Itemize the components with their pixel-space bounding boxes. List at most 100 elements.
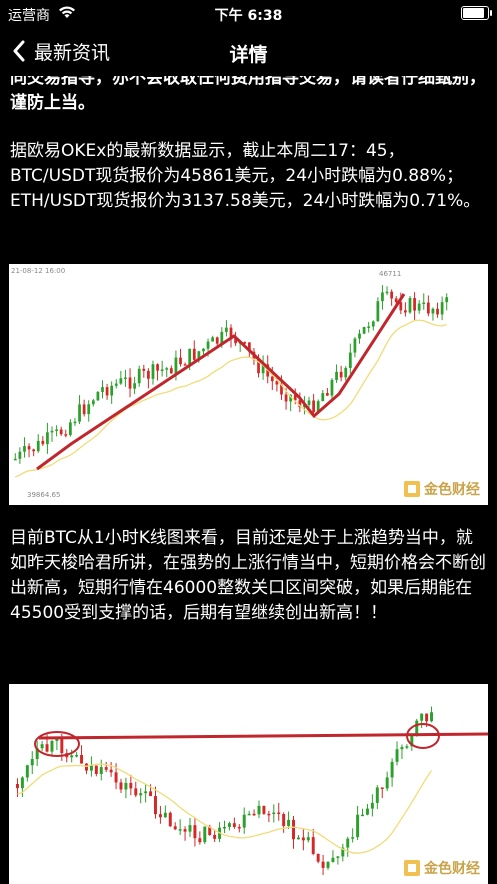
candle-body — [400, 747, 404, 750]
candle-body — [168, 812, 172, 827]
back-button[interactable]: 最新资讯 — [12, 36, 110, 66]
candle-body — [356, 814, 360, 838]
candle-body — [59, 429, 63, 435]
candle-body — [114, 383, 118, 386]
candle-body — [321, 861, 325, 868]
candle-body — [287, 819, 291, 826]
candle-body — [119, 782, 123, 790]
candle-body — [149, 791, 153, 797]
article-paragraph: 据欧易OKEx的最新数据显示，截止本周二17：45，BTC/USDT现货报价为4… — [10, 141, 481, 211]
candle-body — [237, 826, 241, 829]
candle-body — [420, 713, 424, 721]
candle-body — [144, 791, 148, 794]
jinse-logo-icon — [404, 860, 420, 876]
candle-body — [50, 430, 54, 433]
candle-body — [376, 301, 380, 322]
moving-average-line — [17, 763, 433, 854]
candle-body — [307, 400, 311, 405]
candle-body — [225, 327, 228, 332]
watermark-text: 金色财经 — [424, 482, 480, 498]
candle-body — [15, 784, 19, 789]
candle-body — [430, 712, 434, 722]
candle-body — [282, 814, 286, 826]
candle-body — [339, 371, 343, 378]
candle-body — [13, 458, 17, 461]
candle-body — [124, 782, 128, 790]
candle-body — [46, 432, 49, 445]
candle-body — [30, 759, 34, 766]
candle-body — [89, 765, 93, 771]
candle-body — [375, 787, 379, 803]
candle-body — [390, 761, 394, 778]
candle-body — [151, 364, 155, 379]
candle-body — [371, 321, 375, 327]
status-time: 下午 6:38 — [214, 8, 283, 24]
candle-body — [78, 404, 81, 422]
candle-body — [206, 341, 210, 349]
candle-body — [344, 367, 348, 378]
candle-body — [124, 377, 127, 379]
candle-body — [203, 826, 207, 843]
candle-body — [426, 302, 430, 314]
candle-body — [440, 302, 444, 315]
candle-body — [394, 298, 398, 303]
candle-body — [160, 369, 164, 371]
candle-body — [326, 862, 330, 868]
candle-body — [242, 814, 246, 828]
candle-body — [270, 376, 274, 382]
candle-body — [213, 835, 217, 839]
candle-body — [119, 378, 123, 384]
candle-body — [390, 291, 394, 299]
jinse-logo-icon — [404, 481, 420, 497]
candle-body — [346, 838, 350, 848]
candle-body — [109, 769, 113, 773]
article-paragraph: 目前BTC从1小时K线图来看，目前还是处于上涨趋势当中，就如昨天梭哈君所讲，在强… — [10, 528, 486, 623]
candle-body — [110, 385, 114, 396]
candle-body — [165, 368, 169, 370]
candle-body — [129, 782, 133, 789]
chart-watermark: 金色财经 — [404, 479, 480, 499]
candle-body — [137, 368, 141, 384]
candle-body — [380, 787, 384, 789]
candle-body — [193, 825, 197, 839]
candle-body — [104, 767, 108, 770]
candle-body — [87, 404, 91, 415]
candle-body — [417, 303, 421, 311]
candle-body — [179, 357, 182, 365]
candle-body — [215, 337, 219, 344]
battery-icon — [461, 6, 492, 20]
candle-body — [82, 404, 86, 415]
navigation-bar: 最新资讯 详情 — [0, 26, 497, 76]
battery-fill — [463, 8, 484, 18]
candle-body — [128, 377, 132, 389]
candle-body — [154, 796, 157, 815]
candle-body — [381, 292, 384, 302]
candle-body — [101, 387, 104, 392]
candle-body — [99, 767, 103, 774]
candle-body — [247, 813, 251, 816]
candle-body — [277, 812, 281, 815]
chart-date-label: 21-08-12 16:00 — [11, 267, 66, 275]
candle-body — [178, 829, 182, 831]
chart-watermark: 金色财经 — [404, 858, 480, 878]
candle-body — [252, 813, 256, 816]
resistance-line — [38, 732, 488, 740]
candle-body — [188, 825, 192, 832]
candle-body — [75, 755, 79, 757]
candle-body — [156, 364, 159, 371]
btc-kline-chart-image: 21-08-12 16:00 46711 39864.65 金色财经 — [9, 264, 488, 505]
candle-body — [267, 813, 271, 816]
candle-body — [395, 749, 399, 762]
candle-body — [40, 744, 44, 749]
candle-body — [385, 777, 389, 789]
candle-body — [365, 808, 369, 815]
candle-body — [45, 744, 49, 752]
candle-body — [316, 853, 320, 862]
candle-body — [257, 805, 261, 815]
candle-body — [284, 394, 288, 402]
back-label: 最新资讯 — [34, 41, 111, 64]
candle-body — [70, 755, 74, 758]
candle-body — [105, 387, 109, 396]
candle-body — [114, 772, 118, 783]
candle-body — [385, 291, 389, 294]
